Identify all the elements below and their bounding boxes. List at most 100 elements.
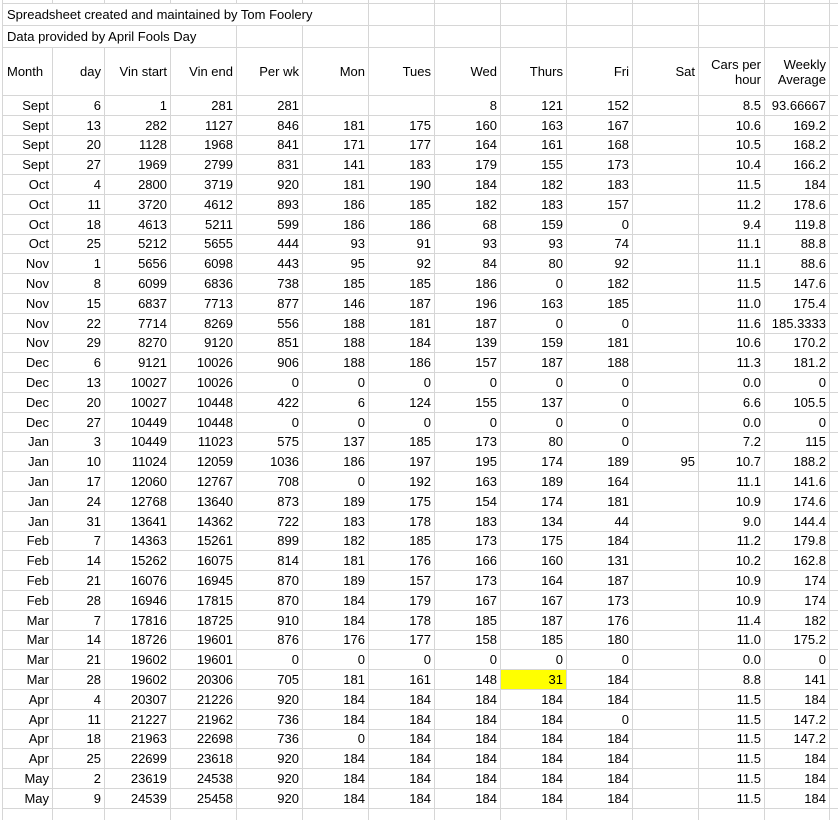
cell-month[interactable]: Dec xyxy=(3,353,53,373)
cell-day[interactable]: 17 xyxy=(53,472,105,492)
empty-cell[interactable] xyxy=(567,4,633,26)
cell-wed[interactable]: 167 xyxy=(435,590,501,610)
empty-cell[interactable] xyxy=(830,135,838,155)
cell-day[interactable]: 28 xyxy=(53,590,105,610)
cell-sat[interactable] xyxy=(633,571,699,591)
column-header-tues[interactable]: Tues xyxy=(369,48,435,96)
cell-weekly-average[interactable]: 115 xyxy=(765,432,830,452)
cell-wed[interactable]: 68 xyxy=(435,214,501,234)
cell-vin-end[interactable]: 8269 xyxy=(171,313,237,333)
cell-tues[interactable]: 157 xyxy=(369,571,435,591)
cell-per-wk[interactable]: 444 xyxy=(237,234,303,254)
empty-cell[interactable] xyxy=(830,392,838,412)
cell-month[interactable]: May xyxy=(3,788,53,808)
cell-month[interactable]: Jan xyxy=(3,472,53,492)
cell-vin-start[interactable]: 16076 xyxy=(105,571,171,591)
cell-mon[interactable]: 184 xyxy=(303,590,369,610)
cell-per-wk[interactable]: 893 xyxy=(237,194,303,214)
cell-tues[interactable]: 185 xyxy=(369,531,435,551)
cell-day[interactable]: 21 xyxy=(53,650,105,670)
empty-cell[interactable] xyxy=(303,26,369,48)
cell-tues[interactable]: 179 xyxy=(369,590,435,610)
cell-thurs[interactable]: 137 xyxy=(501,392,567,412)
cell-cars-per-hour[interactable]: 7.2 xyxy=(699,432,765,452)
cell-fri[interactable]: 157 xyxy=(567,194,633,214)
cell-tues[interactable]: 190 xyxy=(369,175,435,195)
cell-wed[interactable]: 184 xyxy=(435,709,501,729)
cell-sat[interactable] xyxy=(633,194,699,214)
cell-vin-end[interactable]: 21226 xyxy=(171,689,237,709)
cell-per-wk[interactable]: 870 xyxy=(237,571,303,591)
cell-thurs[interactable]: 163 xyxy=(501,293,567,313)
cell-thurs[interactable]: 121 xyxy=(501,96,567,116)
cell-fri[interactable]: 184 xyxy=(567,670,633,690)
cell-sat[interactable] xyxy=(633,689,699,709)
cell-mon[interactable]: 0 xyxy=(303,373,369,393)
empty-cell[interactable] xyxy=(633,26,699,48)
cell-vin-end[interactable]: 25458 xyxy=(171,788,237,808)
cell-tues[interactable]: 0 xyxy=(369,373,435,393)
cell-fri[interactable]: 167 xyxy=(567,115,633,135)
cell-cars-per-hour[interactable]: 10.9 xyxy=(699,491,765,511)
cell-per-wk[interactable]: 736 xyxy=(237,729,303,749)
cell-sat[interactable] xyxy=(633,175,699,195)
cell-vin-start[interactable]: 1969 xyxy=(105,155,171,175)
cell-thurs[interactable]: 93 xyxy=(501,234,567,254)
cell-tues[interactable]: 0 xyxy=(369,650,435,670)
cell-month[interactable]: Apr xyxy=(3,709,53,729)
column-header-thurs[interactable]: Thurs xyxy=(501,48,567,96)
cell-weekly-average[interactable]: 184 xyxy=(765,175,830,195)
cell-sat[interactable] xyxy=(633,96,699,116)
cell-month[interactable]: Apr xyxy=(3,749,53,769)
empty-cell[interactable] xyxy=(501,4,567,26)
cell-fri[interactable]: 0 xyxy=(567,313,633,333)
cell-vin-start[interactable]: 6837 xyxy=(105,293,171,313)
cell-per-wk[interactable]: 708 xyxy=(237,472,303,492)
empty-cell[interactable] xyxy=(765,26,830,48)
cell-vin-start[interactable]: 11024 xyxy=(105,452,171,472)
cell-per-wk[interactable]: 575 xyxy=(237,432,303,452)
cell-tues[interactable]: 184 xyxy=(369,729,435,749)
cell-vin-end[interactable]: 19601 xyxy=(171,630,237,650)
cell-vin-start[interactable]: 14363 xyxy=(105,531,171,551)
cell-vin-end[interactable]: 17815 xyxy=(171,590,237,610)
empty-cell[interactable] xyxy=(830,729,838,749)
cell-fri[interactable]: 152 xyxy=(567,96,633,116)
cell-tues[interactable]: 175 xyxy=(369,491,435,511)
cell-wed[interactable]: 195 xyxy=(435,452,501,472)
cell-cars-per-hour[interactable]: 10.7 xyxy=(699,452,765,472)
empty-cell[interactable] xyxy=(830,650,838,670)
cell-tues[interactable]: 178 xyxy=(369,610,435,630)
cell-day[interactable]: 7 xyxy=(53,610,105,630)
cell-tues[interactable]: 187 xyxy=(369,293,435,313)
cell-weekly-average[interactable]: 184 xyxy=(765,769,830,789)
cell-vin-start[interactable]: 15262 xyxy=(105,551,171,571)
empty-cell[interactable] xyxy=(830,709,838,729)
cell-day[interactable]: 9 xyxy=(53,788,105,808)
cell-month[interactable]: Jan xyxy=(3,511,53,531)
cell-vin-start[interactable]: 5212 xyxy=(105,234,171,254)
cell-vin-start[interactable]: 10449 xyxy=(105,412,171,432)
cell-mon[interactable]: 184 xyxy=(303,610,369,630)
cell-weekly-average[interactable]: 0 xyxy=(765,373,830,393)
cell-sat[interactable] xyxy=(633,749,699,769)
cell-vin-end[interactable]: 21962 xyxy=(171,709,237,729)
cell-fri[interactable]: 92 xyxy=(567,254,633,274)
cell-per-wk[interactable]: 906 xyxy=(237,353,303,373)
cell-fri[interactable]: 0 xyxy=(567,650,633,670)
cell-fri[interactable]: 187 xyxy=(567,571,633,591)
cell-mon[interactable]: 189 xyxy=(303,571,369,591)
cell-cars-per-hour[interactable]: 10.6 xyxy=(699,333,765,353)
cell-sat[interactable] xyxy=(633,670,699,690)
cell-day[interactable]: 31 xyxy=(53,511,105,531)
cell-weekly-average[interactable]: 119.8 xyxy=(765,214,830,234)
cell-weekly-average[interactable]: 88.8 xyxy=(765,234,830,254)
cell-cars-per-hour[interactable]: 11.5 xyxy=(699,689,765,709)
cell-day[interactable]: 18 xyxy=(53,729,105,749)
cell-sat[interactable] xyxy=(633,491,699,511)
cell-month[interactable]: Feb xyxy=(3,531,53,551)
cell-sat[interactable] xyxy=(633,551,699,571)
cell-vin-start[interactable]: 10027 xyxy=(105,392,171,412)
cell-fri[interactable]: 183 xyxy=(567,175,633,195)
cell-day[interactable]: 11 xyxy=(53,709,105,729)
